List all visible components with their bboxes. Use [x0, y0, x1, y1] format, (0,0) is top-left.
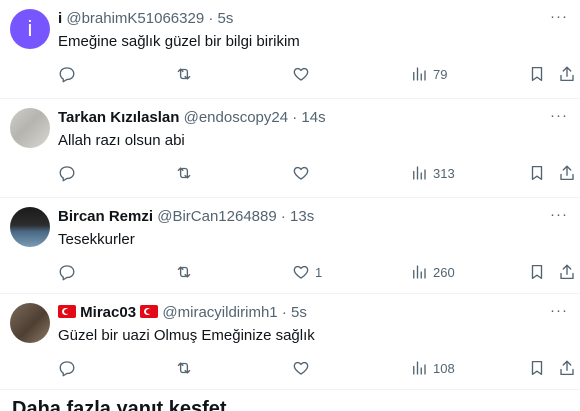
action-bar: 1 260	[58, 262, 580, 282]
share-button[interactable]	[558, 163, 576, 183]
reply-text: Emeğine sağlık güzel bir bilgi birikim	[58, 33, 300, 50]
separator-dot: ·	[208, 10, 214, 27]
reply-icon	[59, 166, 75, 182]
reply-header: Bircan Remzi @BirCan1264889 · 13s	[58, 207, 314, 227]
reply-icon	[59, 361, 75, 377]
heart-icon	[293, 265, 309, 279]
separator-dot: ·	[292, 109, 298, 126]
reply-text: Tesekkurler	[58, 231, 135, 248]
timestamp[interactable]: 5s	[218, 10, 234, 27]
retweet-icon	[177, 362, 191, 374]
bookmark-icon	[531, 66, 543, 82]
bookmark-icon	[531, 264, 543, 280]
avatar[interactable]	[10, 108, 50, 148]
avatar[interactable]	[10, 303, 50, 343]
bookmark-button[interactable]	[528, 163, 546, 183]
share-button[interactable]	[558, 64, 576, 84]
like-count: 1	[315, 264, 323, 280]
view-count: 108	[433, 360, 455, 376]
reply-button[interactable]	[58, 262, 81, 282]
heart-icon	[293, 67, 309, 81]
views-button[interactable]: 260	[410, 262, 455, 282]
reply-header: Tarkan Kızılaslan @endoscopy24 · 14s	[58, 108, 326, 128]
retweet-button[interactable]	[175, 64, 198, 84]
action-bar: 79	[58, 64, 580, 84]
retweet-icon	[177, 167, 191, 179]
timestamp[interactable]: 5s	[291, 304, 307, 321]
reply-button[interactable]	[58, 163, 81, 183]
more-options-button[interactable]: ···	[550, 9, 568, 24]
retweet-button[interactable]	[175, 262, 198, 282]
separator-dot: ·	[281, 304, 287, 321]
reply-text: Allah razı olsun abi	[58, 132, 185, 149]
bookmark-button[interactable]	[528, 64, 546, 84]
heart-icon	[293, 166, 309, 180]
share-button[interactable]	[558, 262, 576, 282]
display-name[interactable]: Bircan Remzi	[58, 208, 153, 225]
user-handle[interactable]: @endoscopy24	[184, 109, 288, 126]
user-handle[interactable]: @BirCan1264889	[157, 208, 276, 225]
timestamp[interactable]: 14s	[301, 109, 325, 126]
reply-button[interactable]	[58, 64, 81, 84]
more-options-button[interactable]: ···	[550, 108, 568, 123]
reply-icon	[59, 67, 75, 83]
display-name[interactable]: i	[58, 10, 62, 27]
reply-item[interactable]: i i @brahimK51066329 · 5s ··· Emeğine sa…	[0, 0, 580, 99]
display-name[interactable]: Mirac03	[80, 304, 136, 321]
more-options-button[interactable]: ···	[550, 207, 568, 222]
views-chart-icon	[413, 361, 426, 375]
share-icon	[560, 66, 574, 82]
views-button[interactable]: 313	[410, 163, 455, 183]
views-button[interactable]: 108	[410, 358, 455, 378]
like-button[interactable]	[292, 64, 315, 84]
retweet-icon	[177, 266, 191, 278]
bookmark-icon	[531, 165, 543, 181]
reply-icon	[59, 265, 75, 281]
action-bar: 108	[58, 358, 580, 378]
like-button[interactable]: 1	[292, 262, 322, 282]
reply-button[interactable]	[58, 358, 81, 378]
views-chart-icon	[413, 67, 426, 81]
share-button[interactable]	[558, 358, 576, 378]
separator-dot: ·	[280, 208, 286, 225]
view-count: 313	[433, 165, 455, 181]
reply-header: i @brahimK51066329 · 5s	[58, 9, 233, 29]
turkey-flag-icon	[140, 305, 159, 318]
like-button[interactable]	[292, 358, 315, 378]
reply-item[interactable]: Tarkan Kızılaslan @endoscopy24 · 14s ···…	[0, 99, 580, 198]
views-chart-icon	[413, 265, 426, 279]
retweet-button[interactable]	[175, 163, 198, 183]
view-count: 260	[433, 264, 455, 280]
retweet-button[interactable]	[175, 358, 198, 378]
avatar[interactable]	[10, 207, 50, 247]
share-icon	[560, 165, 574, 181]
display-name[interactable]: Tarkan Kızılaslan	[58, 109, 179, 126]
user-handle[interactable]: @brahimK51066329	[66, 10, 204, 27]
share-icon	[560, 360, 574, 376]
turkey-flag-icon	[58, 305, 76, 318]
view-count: 79	[433, 66, 448, 82]
reply-text: Güzel bir uazi Olmuş Emeğinize sağlık	[58, 327, 315, 344]
user-handle[interactable]: @miracyildirimh1	[162, 304, 277, 321]
more-options-button[interactable]: ···	[550, 303, 568, 318]
avatar[interactable]: i	[10, 9, 50, 49]
views-chart-icon	[413, 166, 426, 180]
timestamp[interactable]: 13s	[290, 208, 314, 225]
share-icon	[560, 264, 574, 280]
reply-item[interactable]: Mirac03 @miracyildirimh1 · 5s ··· Güzel …	[0, 294, 580, 390]
views-button[interactable]: 79	[410, 64, 447, 84]
heart-icon	[293, 361, 309, 375]
bookmark-button[interactable]	[528, 262, 546, 282]
reply-item[interactable]: Bircan Remzi @BirCan1264889 · 13s ··· Te…	[0, 198, 580, 294]
reply-header: Mirac03 @miracyildirimh1 · 5s	[58, 303, 307, 323]
like-button[interactable]	[292, 163, 315, 183]
discover-more-heading: Daha fazla yanıt keşfet	[12, 398, 227, 411]
action-bar: 313	[58, 163, 580, 183]
retweet-icon	[177, 68, 191, 80]
bookmark-icon	[531, 360, 543, 376]
bookmark-button[interactable]	[528, 358, 546, 378]
